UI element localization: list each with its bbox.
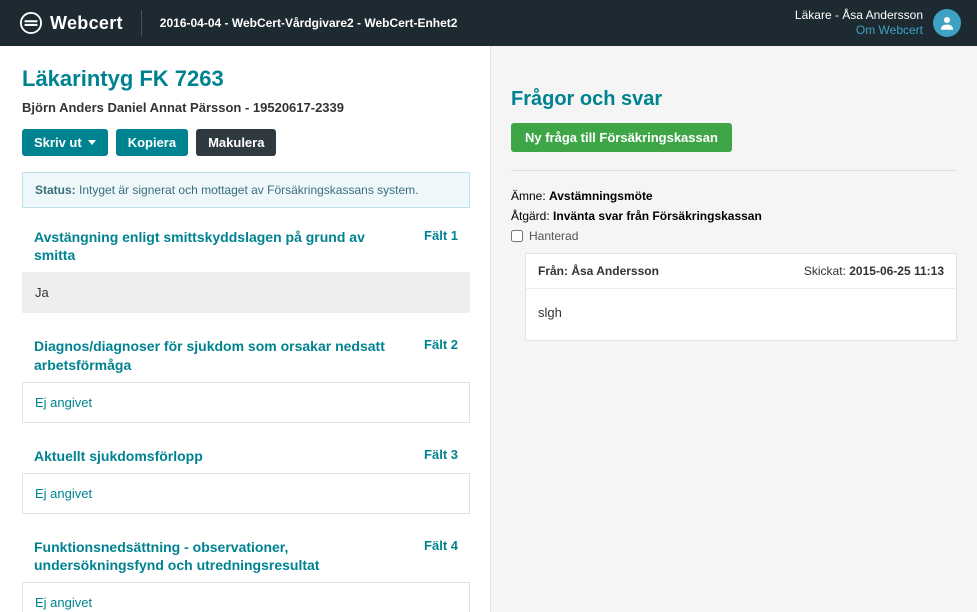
page-title: Läkarintyg FK 7263 <box>22 66 470 92</box>
brand[interactable]: Webcert <box>20 12 123 34</box>
field-title: Aktuellt sjukdomsförlopp <box>34 447 203 465</box>
field-title: Avstängning enligt smittskyddslagen på g… <box>34 228 394 264</box>
print-button[interactable]: Skriv ut <box>22 129 108 156</box>
sent-value: 2015-06-25 11:13 <box>849 264 944 278</box>
qa-subject: Ämne: Avstämningsmöte <box>511 189 957 203</box>
message-from: Från: Åsa Andersson <box>538 264 659 278</box>
handled-label: Hanterad <box>529 229 578 243</box>
field-block: Avstängning enligt smittskyddslagen på g… <box>22 218 470 313</box>
subject-value: Avstämningsmöte <box>549 189 653 203</box>
certificate-panel: Läkarintyg FK 7263 Björn Anders Daniel A… <box>0 46 490 612</box>
patient-line: Björn Anders Daniel Annat Pärsson - 1952… <box>22 100 470 115</box>
field-block: Funktionsnedsättning - observationer, un… <box>22 528 470 612</box>
user-role: Läkare - Åsa Andersson <box>795 8 923 23</box>
header-user: Läkare - Åsa Andersson Om Webcert <box>795 8 923 38</box>
print-label: Skriv ut <box>34 135 82 150</box>
field-title: Diagnos/diagnoser för sjukdom som orsaka… <box>34 337 394 373</box>
header-divider <box>141 10 142 36</box>
chevron-down-icon <box>88 140 96 145</box>
from-label: Från: <box>538 264 568 278</box>
invalidate-button[interactable]: Makulera <box>196 129 276 156</box>
field-block: Aktuellt sjukdomsförlopp Fält 3 Ej angiv… <box>22 437 470 514</box>
qa-title: Frågor och svar <box>511 88 957 111</box>
field-value: Ej angivet <box>22 582 470 612</box>
status-box: Status: Intyget är signerat och mottaget… <box>22 172 470 208</box>
field-title: Funktionsnedsättning - observationer, un… <box>34 538 394 574</box>
message-body: slgh <box>526 289 956 340</box>
field-value: Ej angivet <box>22 473 470 514</box>
about-link[interactable]: Om Webcert <box>795 23 923 38</box>
from-value: Åsa Andersson <box>571 264 659 278</box>
action-buttons: Skriv ut Kopiera Makulera <box>22 129 470 156</box>
copy-button[interactable]: Kopiera <box>116 129 188 156</box>
avatar-icon[interactable] <box>933 9 961 37</box>
action-value: Invänta svar från Försäkringskassan <box>553 209 762 223</box>
field-block: Diagnos/diagnoser för sjukdom som orsaka… <box>22 327 470 422</box>
field-value: Ej angivet <box>22 382 470 423</box>
qa-panel: Frågor och svar Ny fråga till Försäkring… <box>490 46 977 612</box>
brand-text: Webcert <box>50 13 123 34</box>
logo-icon <box>20 12 42 34</box>
field-label: Fält 3 <box>424 447 458 462</box>
sent-label: Skickat: <box>804 264 846 278</box>
divider <box>511 170 957 171</box>
action-label: Åtgärd: <box>511 209 550 223</box>
subject-label: Ämne: <box>511 189 546 203</box>
handled-checkbox-row[interactable]: Hanterad <box>511 229 957 243</box>
qa-thread: Ämne: Avstämningsmöte Åtgärd: Invänta sv… <box>511 189 957 341</box>
header-context: 2016-04-04 - WebCert-Vårdgivare2 - WebCe… <box>160 16 458 30</box>
qa-action: Åtgärd: Invänta svar från Försäkringskas… <box>511 209 957 223</box>
status-label: Status: <box>35 183 76 197</box>
field-label: Fält 4 <box>424 538 458 553</box>
field-label: Fält 2 <box>424 337 458 352</box>
field-label: Fält 1 <box>424 228 458 243</box>
status-text: Intyget är signerat och mottaget av Förs… <box>79 183 418 197</box>
message-card: Från: Åsa Andersson Skickat: 2015-06-25 … <box>525 253 957 341</box>
app-header: Webcert 2016-04-04 - WebCert-Vårdgivare2… <box>0 0 977 46</box>
handled-checkbox[interactable] <box>511 230 523 242</box>
new-question-button[interactable]: Ny fråga till Försäkringskassan <box>511 123 732 152</box>
message-sent: Skickat: 2015-06-25 11:13 <box>804 264 944 278</box>
field-value: Ja <box>22 272 470 313</box>
